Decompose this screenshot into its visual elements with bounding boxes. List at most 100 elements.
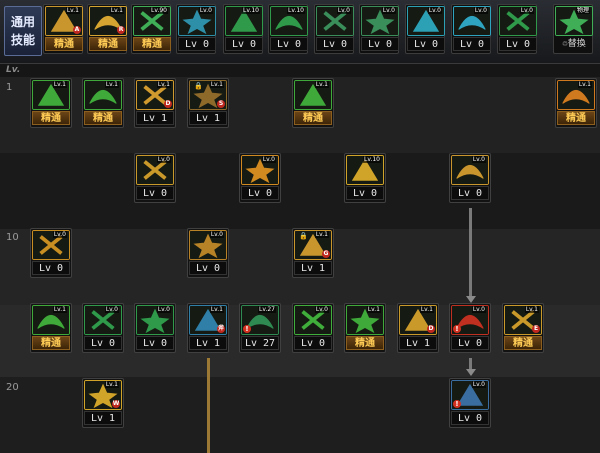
skill-key-badge: D: [427, 325, 435, 333]
skill-triple-arrow-icon[interactable]: Lv.0: [241, 155, 279, 185]
skill-swing-s-icon[interactable]: Lv.1 S 🔒: [189, 80, 227, 110]
skill-level-label: Lv 0: [136, 186, 174, 200]
skill-level-label: Lv 0: [453, 37, 491, 51]
level-header-bar: [0, 64, 600, 77]
lock-icon: 🔒: [299, 232, 308, 240]
skill-level-tag: Lv.10: [363, 156, 381, 163]
skill-level-tag: Lv.0: [156, 306, 171, 313]
skill-slot-2-icon[interactable]: Lv.1 R: [89, 6, 127, 36]
skill-level-label: Lv 1: [399, 336, 437, 350]
skill-shield-icon[interactable]: Lv.0: [451, 155, 489, 185]
skill-level-tag: Lv.1: [314, 81, 329, 88]
skill-level-label: Lv 1: [189, 111, 227, 125]
skill-level-label: Lv 0: [361, 37, 399, 51]
skill-level-label: Lv 0: [451, 336, 489, 350]
skill-level-tag: Lv.0: [52, 231, 67, 238]
skill-guard-g-icon[interactable]: Lv.1 G 🔒: [294, 230, 332, 260]
alert-icon: !: [453, 325, 461, 333]
skill-slot-6-icon[interactable]: Lv.10: [270, 6, 308, 36]
skill-level-label: Lv 1: [294, 261, 332, 275]
skill-level-tag: Lv.0: [473, 7, 488, 14]
skill-level-tag: Lv.0: [261, 156, 276, 163]
skill-whirl-w-icon[interactable]: Lv.1 W: [84, 380, 122, 410]
skill-level-label: Lv 1: [189, 336, 227, 350]
skill-slash-d-icon[interactable]: Lv.1 D: [399, 305, 437, 335]
row-level-label: 1: [6, 82, 13, 93]
skill-slot-11-icon[interactable]: Lv.0: [499, 6, 537, 36]
skill-level-label: Lv 0: [499, 37, 537, 51]
skill-blade-2-icon[interactable]: Lv.0: [136, 305, 174, 335]
skill-level-tag: Lv.0: [471, 156, 486, 163]
skill-level-tag: Lv.0: [198, 7, 213, 14]
skill-level-tag: Lv.1: [109, 7, 124, 14]
skill-slot-9-icon[interactable]: Lv.0: [407, 6, 445, 36]
skill-level-tag: Lv.27: [258, 306, 276, 313]
skill-level-tag: Lv.1: [419, 306, 434, 313]
skill-hand-mastery-icon[interactable]: Lv.1: [32, 305, 70, 335]
skill-level-label: 精通: [294, 111, 332, 125]
skill-slot-4-icon[interactable]: Lv.0: [178, 6, 216, 36]
skill-slot-1-icon[interactable]: Lv.1 A: [45, 6, 83, 36]
skill-crescent-icon[interactable]: Lv.10: [346, 155, 384, 185]
skill-level-label: Lv 0: [451, 411, 489, 425]
skill-level-label: Lv 0: [407, 37, 445, 51]
alert-icon: !: [453, 400, 461, 408]
skill-basic-mastery-icon[interactable]: Lv.1: [84, 80, 122, 110]
skill-level-label: 精通: [32, 111, 70, 125]
skill-slot-8-icon[interactable]: Lv.0: [361, 6, 399, 36]
skill-level-label: Lv 0: [178, 37, 216, 51]
skill-blade-1-icon[interactable]: Lv.0: [84, 305, 122, 335]
skill-ring-icon[interactable]: Lv.0: [189, 230, 227, 260]
alert-icon: !: [243, 325, 251, 333]
skill-level-label: 精通: [84, 111, 122, 125]
skill-barrier-icon[interactable]: Lv.0!: [451, 380, 489, 410]
tab-label-line1: 通用: [10, 15, 35, 29]
skill-key-badge: R: [117, 26, 125, 34]
skill-level-tag: Lv.1: [209, 306, 224, 313]
skill-level-label: Lv 0: [225, 37, 263, 51]
swap-button[interactable]: ♲替換: [555, 37, 593, 51]
skill-level-label: Lv 0: [294, 336, 332, 350]
skill-level-tag: Lv.1: [104, 81, 119, 88]
skill-slot-5-icon[interactable]: Lv.10: [225, 6, 263, 36]
skill-burst-icon[interactable]: Lv.0: [136, 155, 174, 185]
skill-level-label: Lv 0: [451, 186, 489, 200]
skill-dash-d-icon[interactable]: Lv.1 D: [136, 80, 174, 110]
tab-label-line2: 技能: [10, 33, 35, 47]
skill-level-tag: Lv.1: [104, 381, 119, 388]
skill-potion-icon[interactable]: Lv.27!: [241, 305, 279, 335]
skill-sword-lv1-icon[interactable]: Lv.1 斧: [189, 305, 227, 335]
skill-level-tag: Lv.1: [524, 306, 539, 313]
skill-star-burst-icon[interactable]: Lv.0: [294, 305, 332, 335]
skill-lightning-icon[interactable]: Lv.0: [32, 230, 70, 260]
skill-key-badge: S: [217, 100, 225, 108]
tier-row-2: [0, 153, 600, 229]
skill-level-tag: Lv.0: [519, 7, 534, 14]
skill-level-label: Lv 1: [136, 111, 174, 125]
skill-cross-swords-icon[interactable]: Lv.1 E: [504, 305, 542, 335]
skill-crit-mastery-icon[interactable]: Lv.1: [32, 80, 70, 110]
skill-on-buff-icon[interactable]: Lv.1: [294, 80, 332, 110]
row-level-label: 20: [6, 382, 19, 393]
skill-level-tag: Lv.1: [314, 231, 329, 238]
skill-level-label: Lv 0: [316, 37, 354, 51]
skill-slot-3-icon[interactable]: Lv.90: [133, 6, 171, 36]
skill-fire-mastery-icon[interactable]: Lv.1: [557, 80, 595, 110]
skill-level-label: Lv 0: [241, 186, 279, 200]
skill-level-label: Lv 0: [32, 261, 70, 275]
skill-level-tag: 物理: [575, 7, 590, 14]
skill-level-tag: Lv.0: [104, 306, 119, 313]
skill-level-label: 精通: [89, 37, 127, 51]
skill-level-tag: Lv.0: [381, 7, 396, 14]
skill-level-tag: Lv.1: [65, 7, 80, 14]
skill-cross-mastery-icon[interactable]: Lv.1: [346, 305, 384, 335]
skill-level-tag: Lv.0: [471, 306, 486, 313]
skill-level-tag: Lv.90: [150, 7, 168, 14]
physical-swap-icon[interactable]: 物理: [555, 6, 593, 36]
skill-key-badge: W: [112, 400, 120, 408]
skill-rage-icon[interactable]: Lv.0!: [451, 305, 489, 335]
general-skills-tab[interactable]: 通用 技能: [4, 6, 42, 56]
skill-slot-10-icon[interactable]: Lv.0: [453, 6, 491, 36]
skill-level-label: Lv 0: [270, 37, 308, 51]
skill-slot-7-icon[interactable]: Lv.0: [316, 6, 354, 36]
